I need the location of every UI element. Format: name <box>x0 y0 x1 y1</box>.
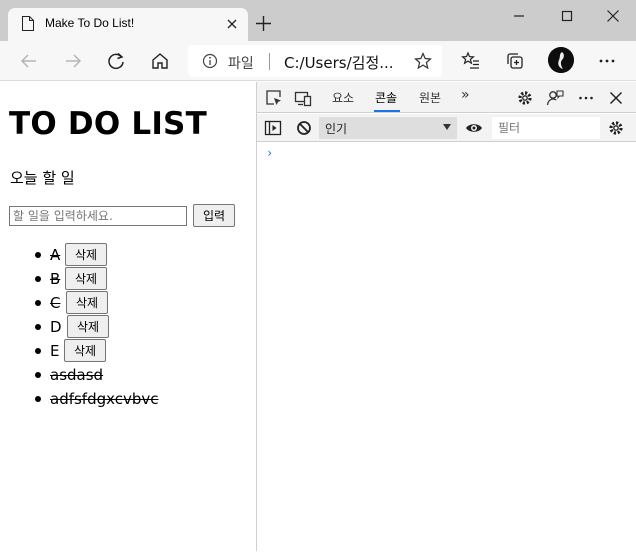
tab-elements[interactable]: 요소 <box>332 89 354 106</box>
todo-text[interactable]: C <box>50 294 60 312</box>
active-tab-indicator <box>374 110 400 112</box>
bullet <box>35 300 41 306</box>
clear-console-icon[interactable] <box>295 119 313 137</box>
todo-text[interactable]: B <box>50 270 60 288</box>
device-emulation-icon[interactable] <box>294 89 312 107</box>
inspect-element-icon[interactable] <box>265 89 283 107</box>
title-bar: Make To Do List! <box>0 0 636 41</box>
close-devtools-icon[interactable] <box>607 89 625 107</box>
todo-text[interactable]: adfsfdgxcvbvc <box>50 390 159 408</box>
todo-text[interactable]: asdasd <box>50 366 103 384</box>
bullet <box>35 252 41 258</box>
context-select[interactable]: 인기 <box>319 117 457 139</box>
todo-item: A 삭제 <box>1 242 256 266</box>
page-viewport: TO DO LIST 오늘 할 일 입력 A 삭제 B 삭제 C 삭제 D 삭제… <box>1 82 256 551</box>
page-subtitle: 오늘 할 일 <box>10 169 75 187</box>
todo-item: B 삭제 <box>1 266 256 290</box>
delete-button[interactable]: 삭제 <box>66 291 108 314</box>
todo-item: D 삭제 <box>1 314 256 338</box>
todo-item: E 삭제 <box>1 338 256 362</box>
address-url[interactable]: C:/Users/김정... <box>284 52 394 73</box>
page-icon <box>22 16 34 31</box>
todo-text[interactable]: D <box>50 318 62 336</box>
address-scheme: 파일 <box>228 56 254 72</box>
delete-button[interactable]: 삭제 <box>65 243 107 266</box>
minimize-icon[interactable] <box>508 6 530 26</box>
info-icon[interactable] <box>202 53 218 69</box>
collections-icon[interactable] <box>505 51 525 71</box>
bullet <box>35 372 41 378</box>
devtools-panel: 요소 콘솔 원본 » 인기 필터 › <box>256 82 636 551</box>
console-prompt[interactable]: › <box>266 146 273 160</box>
address-divider <box>269 53 270 70</box>
devtools-more-icon[interactable] <box>577 89 595 107</box>
console-toolbar: 인기 <box>257 114 636 142</box>
tab-console[interactable]: 콘솔 <box>375 89 397 106</box>
browser-tab[interactable]: Make To Do List! <box>8 8 248 41</box>
forward-icon[interactable] <box>63 51 83 71</box>
back-icon[interactable] <box>19 51 39 71</box>
dropdown-arrow-icon <box>443 124 451 130</box>
browser-toolbar: 파일 C:/Users/김정... <box>0 41 636 81</box>
delete-button[interactable]: 삭제 <box>65 267 107 290</box>
address-bar[interactable]: 파일 C:/Users/김정... <box>188 45 442 77</box>
favorite-star-icon[interactable] <box>414 52 432 70</box>
more-tabs-chevron-icon[interactable]: » <box>461 87 470 103</box>
home-icon[interactable] <box>150 51 170 71</box>
maximize-icon[interactable] <box>556 6 578 26</box>
tab-sources[interactable]: 원본 <box>419 89 441 106</box>
refresh-icon[interactable] <box>106 51 126 71</box>
new-tab-icon[interactable] <box>255 15 272 32</box>
live-expression-eye-icon[interactable] <box>465 119 483 137</box>
delete-button[interactable]: 삭제 <box>64 339 106 362</box>
close-window-icon[interactable] <box>602 6 624 26</box>
close-tab-icon[interactable] <box>225 17 239 31</box>
feedback-icon[interactable] <box>546 89 564 107</box>
tab-title: Make To Do List! <box>45 16 135 30</box>
enter-button[interactable]: 입력 <box>193 204 235 227</box>
favorites-icon[interactable] <box>461 51 481 71</box>
context-select-value: 인기 <box>325 122 348 136</box>
todo-item: asdasd <box>1 362 256 386</box>
bullet <box>35 276 41 282</box>
delete-button[interactable]: 삭제 <box>67 315 109 338</box>
bullet <box>35 324 41 330</box>
settings-gear-icon[interactable] <box>516 89 534 107</box>
console-settings-gear-icon[interactable] <box>607 119 625 137</box>
filter-input[interactable] <box>492 117 600 139</box>
todo-list: A 삭제 B 삭제 C 삭제 D 삭제 E 삭제 asdasd adfsfdgx… <box>1 242 256 410</box>
bullet <box>35 348 41 354</box>
page-title: TO DO LIST <box>9 106 207 142</box>
todo-text[interactable]: E <box>50 342 59 360</box>
todo-input[interactable] <box>9 206 187 226</box>
bullet <box>35 396 41 402</box>
show-sidebar-icon[interactable] <box>264 119 282 137</box>
profile-avatar[interactable] <box>548 47 574 73</box>
todo-item: adfsfdgxcvbvc <box>1 386 256 410</box>
profile-picture <box>548 47 574 73</box>
more-options-icon[interactable] <box>597 51 617 71</box>
todo-text[interactable]: A <box>50 246 60 264</box>
devtools-tab-strip: 요소 콘솔 원본 » <box>257 82 636 113</box>
todo-item: C 삭제 <box>1 290 256 314</box>
